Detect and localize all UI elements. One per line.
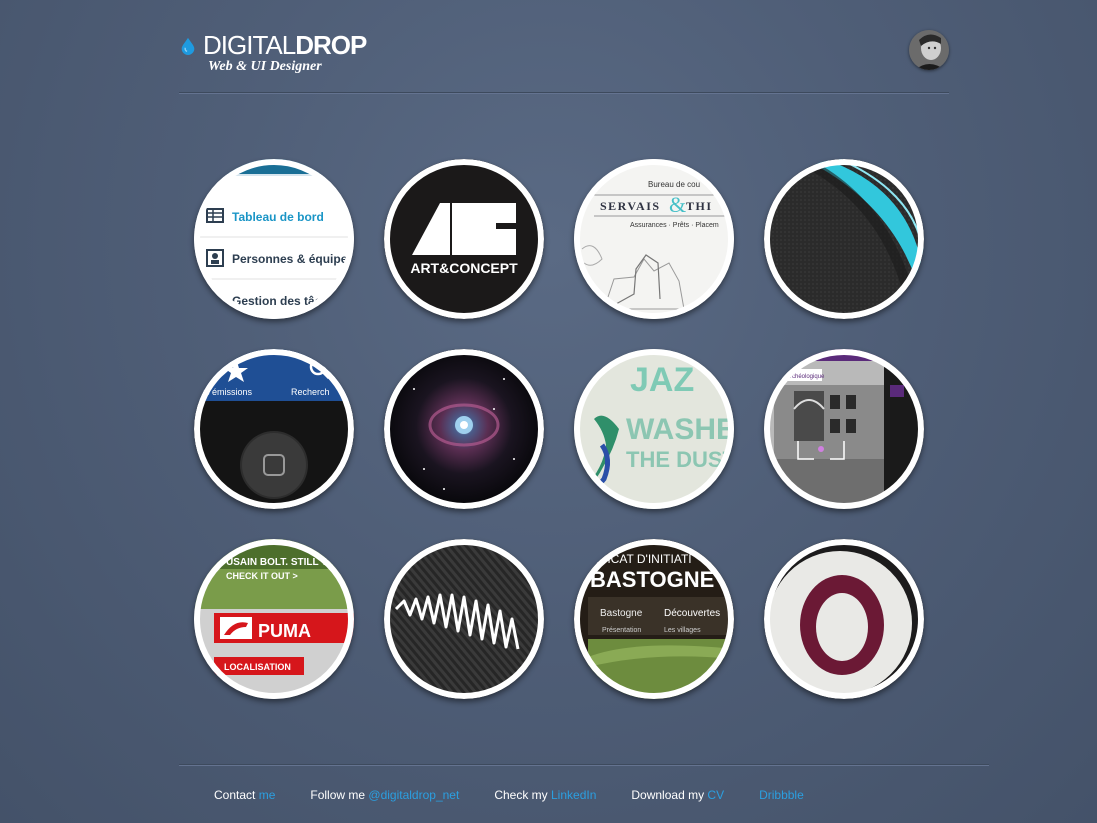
footer-contact-text: Contact xyxy=(214,788,259,802)
portfolio-item-art-concept[interactable]: ART&CONCEPT xyxy=(384,159,544,319)
dashboard-item-label: Tableau de bord xyxy=(232,210,324,224)
contact-link[interactable]: me xyxy=(259,788,276,802)
site-header: DIGITALDROP Web & UI Designer xyxy=(179,30,949,92)
puma-brand: PUMA xyxy=(258,621,311,641)
bastogne-nav4: Les villages xyxy=(664,627,701,634)
footer-linkedin: Check my LinkedIn xyxy=(494,788,596,802)
jazz-line2: WASHES xyxy=(626,413,734,446)
bastogne-nav3: Présentation xyxy=(602,627,641,634)
art-concept-label: ART&CONCEPT xyxy=(410,260,518,276)
linkedin-link[interactable]: LinkedIn xyxy=(551,788,596,802)
portfolio-item-puma[interactable]: USAIN BOLT. STILL THE CHECK IT OUT > PUM… xyxy=(194,539,354,699)
portfolio-item-archeo[interactable]: Archéologique xyxy=(764,349,924,509)
portfolio-item-dashboard[interactable]: Tableau de bord Personnes & équipe Gesti… xyxy=(194,159,354,319)
twitter-link[interactable]: @digitaldrop_net xyxy=(368,788,459,802)
bastogne-title: BASTOGNE xyxy=(590,567,714,592)
portfolio-item-target[interactable] xyxy=(764,539,924,699)
bastogne-nav2: Découvertes xyxy=(664,608,720,619)
tab-search-label: Recherch xyxy=(291,387,330,397)
portfolio-item-iphone-app[interactable]: es émissions Recherch xyxy=(194,349,354,509)
portfolio-item-nebula[interactable] xyxy=(384,349,544,509)
people-item-label: Personnes & équipe xyxy=(232,252,348,266)
portfolio-item-jazz[interactable]: JAZ WASHES THE DUST xyxy=(574,349,734,509)
footer-cv-text: Download my xyxy=(631,788,708,802)
jazz-line1: JAZ xyxy=(630,361,694,399)
cv-link[interactable]: CV xyxy=(707,788,724,802)
portfolio-item-bastogne[interactable]: NDICAT D'INITIATI BASTOGNE Bastogne Déco… xyxy=(574,539,734,699)
water-drop-icon xyxy=(181,37,195,55)
brand-name: DIGITALDROP xyxy=(203,30,367,60)
puma-localisation: LOCALISATION xyxy=(224,662,291,672)
portfolio-item-servais[interactable]: Bureau de cou SERVAIS & THI Assurances ·… xyxy=(574,159,734,319)
footer-linkedin-text: Check my xyxy=(494,788,551,802)
servais-subtitle: Assurances · Prêts · Placem xyxy=(630,222,719,229)
servais-name2: THI xyxy=(686,199,713,213)
avatar[interactable] xyxy=(909,30,949,70)
servais-top-text: Bureau de cou xyxy=(648,180,700,189)
brand-light: DIGITAL xyxy=(203,30,296,60)
header-divider xyxy=(179,92,949,94)
footer-follow-text: Follow me xyxy=(310,788,369,802)
footer: Contact me Follow me @digitaldrop_net Ch… xyxy=(214,788,839,802)
puma-cta-text: CHECK IT OUT > xyxy=(226,571,298,581)
tagline: Web & UI Designer xyxy=(208,59,322,74)
bastogne-nav1: Bastogne xyxy=(600,608,643,619)
footer-follow: Follow me @digitaldrop_net xyxy=(310,788,459,802)
footer-contact: Contact me xyxy=(214,788,275,802)
dribbble-link[interactable]: Dribbble xyxy=(759,788,804,802)
servais-name: SERVAIS xyxy=(600,199,661,213)
footer-divider xyxy=(179,764,989,766)
brand-bold: DROP xyxy=(295,30,367,60)
footer-dribbble: Dribbble xyxy=(759,788,804,802)
logo[interactable]: DIGITALDROP xyxy=(179,30,367,60)
portfolio-item-cyan-ribbon[interactable] xyxy=(764,159,924,319)
servais-amp: & xyxy=(669,192,686,217)
footer-cv: Download my CV xyxy=(631,788,724,802)
portfolio-item-zigzag[interactable] xyxy=(384,539,544,699)
